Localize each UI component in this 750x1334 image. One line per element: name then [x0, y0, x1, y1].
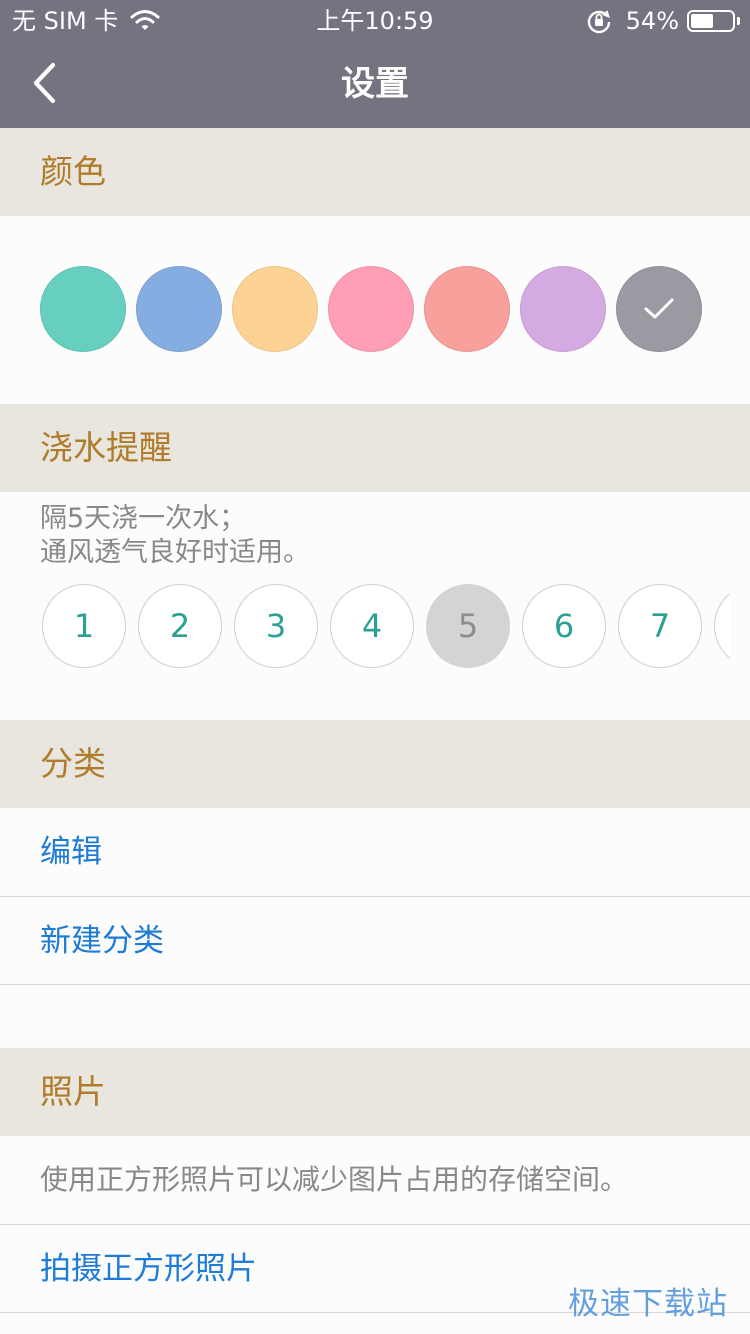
new-category-button[interactable]: 新建分类	[0, 897, 750, 985]
checkmark-icon	[644, 298, 674, 319]
section-header-color: 颜色	[0, 128, 750, 216]
day-option[interactable]: 5	[426, 584, 510, 668]
section-header-water: 浇水提醒	[0, 404, 750, 492]
day-option[interactable]: 6	[522, 584, 606, 668]
day-option[interactable]: 4	[330, 584, 414, 668]
day-option-partial[interactable]	[714, 584, 730, 668]
day-option[interactable]: 2	[138, 584, 222, 668]
page-title: 设置	[341, 64, 409, 104]
color-swatch[interactable]	[40, 266, 126, 352]
color-swatch[interactable]	[616, 266, 702, 352]
divider	[0, 984, 750, 985]
day-interval-selector[interactable]: 1234567	[0, 582, 730, 672]
water-description-line2: 通风透气良好时适用。	[40, 537, 310, 568]
day-option[interactable]: 7	[618, 584, 702, 668]
navigation-bar: 无 SIM 卡 上午10:59 54% 设置	[0, 0, 750, 128]
watermark-logo: 极速下载站	[568, 1286, 728, 1322]
color-swatch[interactable]	[520, 266, 606, 352]
color-swatch[interactable]	[328, 266, 414, 352]
section-header-photo: 照片	[0, 1048, 750, 1136]
section-header-category: 分类	[0, 720, 750, 808]
color-swatch[interactable]	[136, 266, 222, 352]
photo-info-text: 使用正方形照片可以减少图片占用的存储空间。	[0, 1136, 750, 1224]
battery-cap	[737, 17, 740, 25]
rotation-lock-icon	[587, 10, 610, 34]
battery-percent: 54%	[625, 7, 679, 35]
day-option[interactable]: 3	[234, 584, 318, 668]
battery-icon	[687, 10, 735, 32]
color-swatch[interactable]	[424, 266, 510, 352]
edit-category-button[interactable]: 编辑	[0, 808, 750, 896]
day-option[interactable]: 1	[42, 584, 126, 668]
status-right: 54%	[586, 4, 740, 38]
water-description-line1: 隔5天浇一次水；	[40, 503, 247, 534]
color-swatch[interactable]	[232, 266, 318, 352]
